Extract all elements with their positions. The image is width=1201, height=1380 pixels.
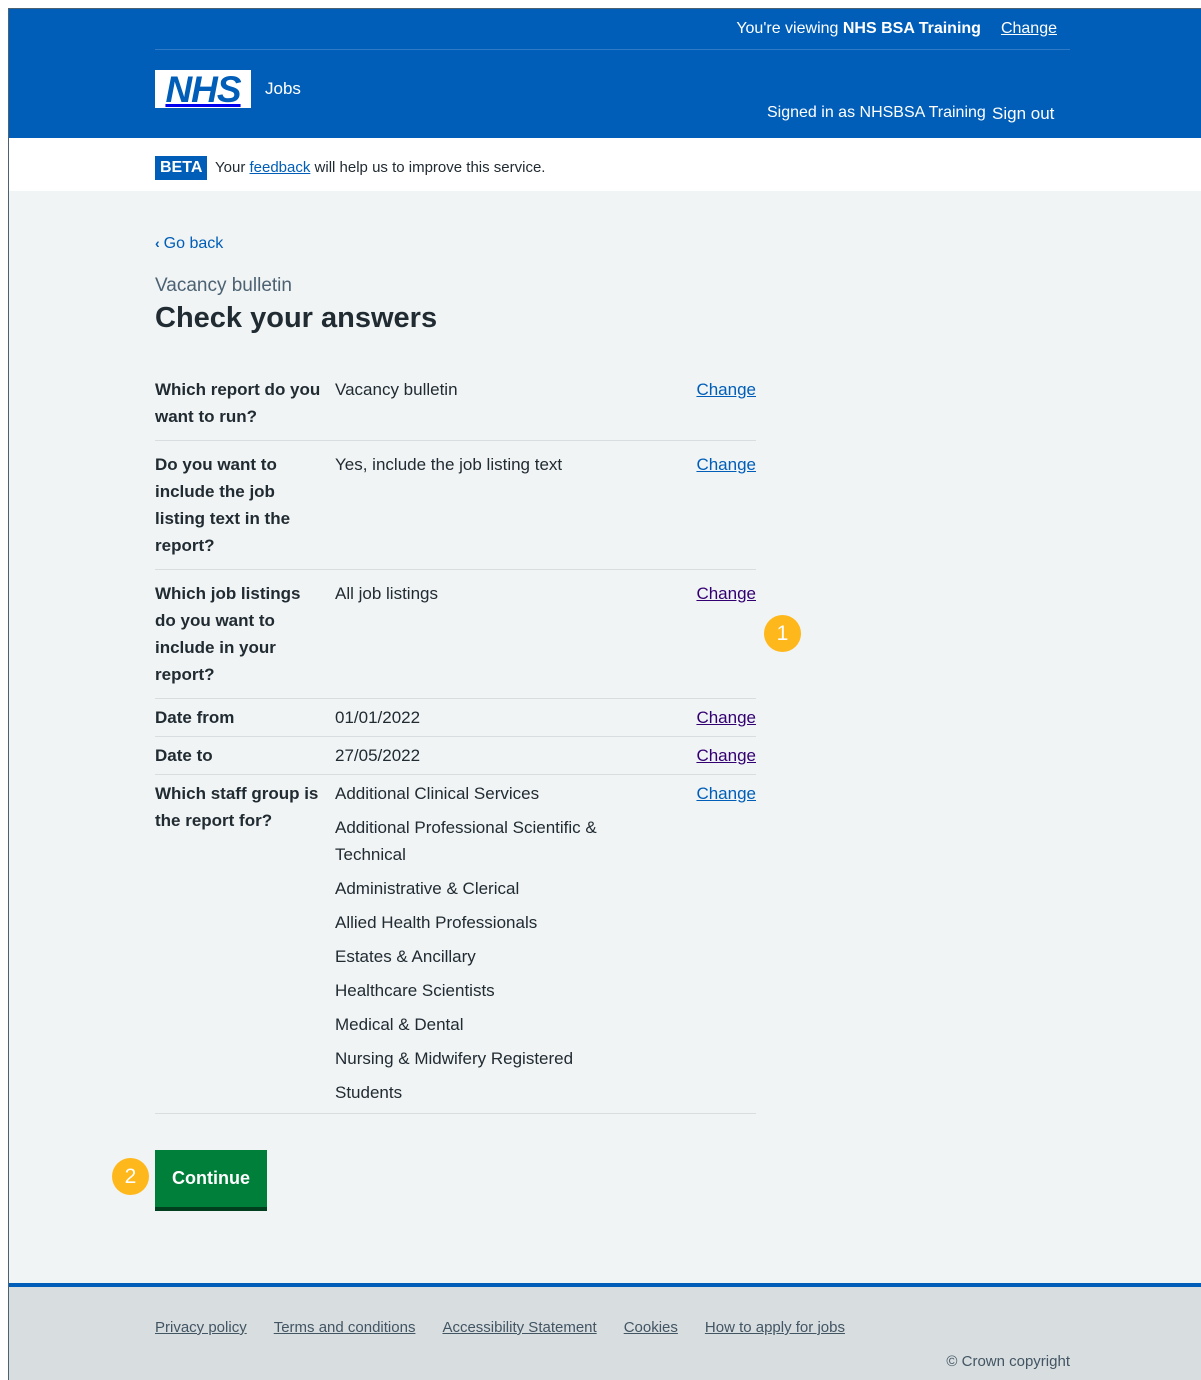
summary-row-date-to: Date to 27/05/2022 Change [155, 737, 756, 775]
account-bar: You're viewing NHS BSA Training Change [155, 9, 1070, 50]
footer-link-how-to-apply[interactable]: How to apply for jobs [705, 1319, 845, 1336]
viewing-prefix: You're viewing [736, 20, 843, 37]
feedback-link[interactable]: feedback [249, 159, 310, 176]
summary-value-item: Yes, include the job listing text [335, 455, 563, 474]
page-frame: You're viewing NHS BSA Training Change NH… [8, 8, 1201, 1380]
summary-action: Change [691, 704, 756, 731]
footer-links: Privacy policy Terms and conditions Access… [155, 1319, 872, 1336]
footer-link-accessibility[interactable]: Accessibility Statement [442, 1319, 596, 1336]
change-date-from-link[interactable]: Change [696, 708, 756, 727]
staff-group-item: Additional Clinical Services [335, 784, 540, 803]
summary-action: Change [691, 580, 756, 688]
summary-value-item: 01/01/2022 [335, 708, 421, 727]
staff-group-item: Students [335, 1083, 403, 1102]
summary-value: 27/05/2022 [335, 742, 691, 769]
footer-link-terms[interactable]: Terms and conditions [274, 1319, 416, 1336]
summary-action: Change [691, 451, 756, 559]
summary-key: Which job listings do you want to includ… [155, 584, 301, 684]
page-caption: Vacancy bulletin [155, 275, 292, 296]
staff-group-item: Nursing & Midwifery Registered [335, 1049, 574, 1068]
back-link-label: Go back [163, 235, 224, 252]
site-footer: Privacy policy Terms and conditions Access… [9, 1283, 1201, 1380]
summary-value-item: 27/05/2022 [335, 746, 421, 765]
staff-group-item: Administrative & Clerical [335, 879, 520, 898]
page-title: Check your answers [155, 302, 438, 334]
viewing-organisation: You're viewing NHS BSA Training Change [736, 20, 1057, 38]
staff-group-item: Estates & Ancillary [335, 947, 476, 966]
summary-value: 01/01/2022 [335, 704, 691, 731]
summary-value-item: All job listings [335, 584, 438, 603]
service-name: Jobs [265, 79, 301, 98]
change-staff-group-link[interactable]: Change [696, 784, 756, 803]
summary-action: Change [691, 742, 756, 769]
summary-row-report: Which report do you want to run? Vacancy… [155, 366, 756, 441]
sign-out-link[interactable]: Sign out [992, 104, 1054, 124]
change-job-listings-link[interactable]: Change [696, 584, 756, 603]
chevron-left-icon: ‹ [155, 235, 160, 251]
summary-value-item: Vacancy bulletin [335, 380, 458, 399]
staff-group-item: Allied Health Professionals [335, 913, 538, 932]
viewing-org-name: NHS BSA Training [842, 20, 981, 37]
beta-text: Your feedback will help us to improve th… [215, 159, 545, 176]
summary-key: Date to [155, 746, 213, 765]
annotation-marker-1: 1 [764, 615, 801, 652]
summary-row-listing-text: Do you want to include the job listing t… [155, 441, 756, 570]
beta-text-after: will help us to improve this service. [310, 159, 546, 176]
change-listing-text-link[interactable]: Change [696, 455, 756, 474]
summary-action: Change [691, 376, 756, 430]
footer-link-privacy[interactable]: Privacy policy [155, 1319, 247, 1336]
continue-button[interactable]: Continue [155, 1150, 267, 1207]
summary-key: Do you want to include the job listing t… [155, 455, 291, 555]
summary-value: Yes, include the job listing text [335, 451, 691, 559]
nhs-logo-text: NHS [165, 68, 241, 110]
staff-group-item: Healthcare Scientists [335, 981, 495, 1000]
staff-group-item: Additional Professional Scientific & Tec… [335, 818, 597, 864]
summary-key: Which report do you want to run? [155, 380, 321, 426]
footer-link-cookies[interactable]: Cookies [624, 1319, 678, 1336]
summary-row-staff-group: Which staff group is the report for? Add… [155, 775, 756, 1114]
change-organisation-link[interactable]: Change [1001, 20, 1057, 37]
nhs-logo[interactable]: NHS [155, 70, 251, 108]
staff-group-item: Medical & Dental [335, 1015, 464, 1034]
summary-value: All job listings [335, 580, 691, 688]
change-report-link[interactable]: Change [696, 380, 756, 399]
annotation-marker-2: 2 [112, 1158, 149, 1195]
summary-key: Date from [155, 708, 235, 727]
summary-action: Change [691, 780, 756, 1106]
summary-key: Which staff group is the report for? [155, 784, 319, 830]
signed-in-text: Signed in as NHSBSA Training [767, 104, 986, 121]
copyright: © Crown copyright [946, 1353, 1070, 1370]
change-date-to-link[interactable]: Change [696, 746, 756, 765]
back-link[interactable]: ‹ Go back [155, 235, 223, 253]
beta-tag: BETA [155, 156, 208, 180]
summary-row-date-from: Date from 01/01/2022 Change [155, 699, 756, 737]
beta-text-before: Your [215, 159, 250, 176]
summary-value: Vacancy bulletin [335, 376, 691, 430]
site-header: You're viewing NHS BSA Training Change NH… [9, 9, 1201, 138]
summary-row-job-listings: Which job listings do you want to includ… [155, 570, 756, 699]
beta-banner: BETA Your feedback will help us to impro… [9, 138, 1201, 191]
summary-list: Which report do you want to run? Vacancy… [155, 366, 756, 1114]
summary-value: Additional Clinical Services Additional … [335, 780, 691, 1106]
